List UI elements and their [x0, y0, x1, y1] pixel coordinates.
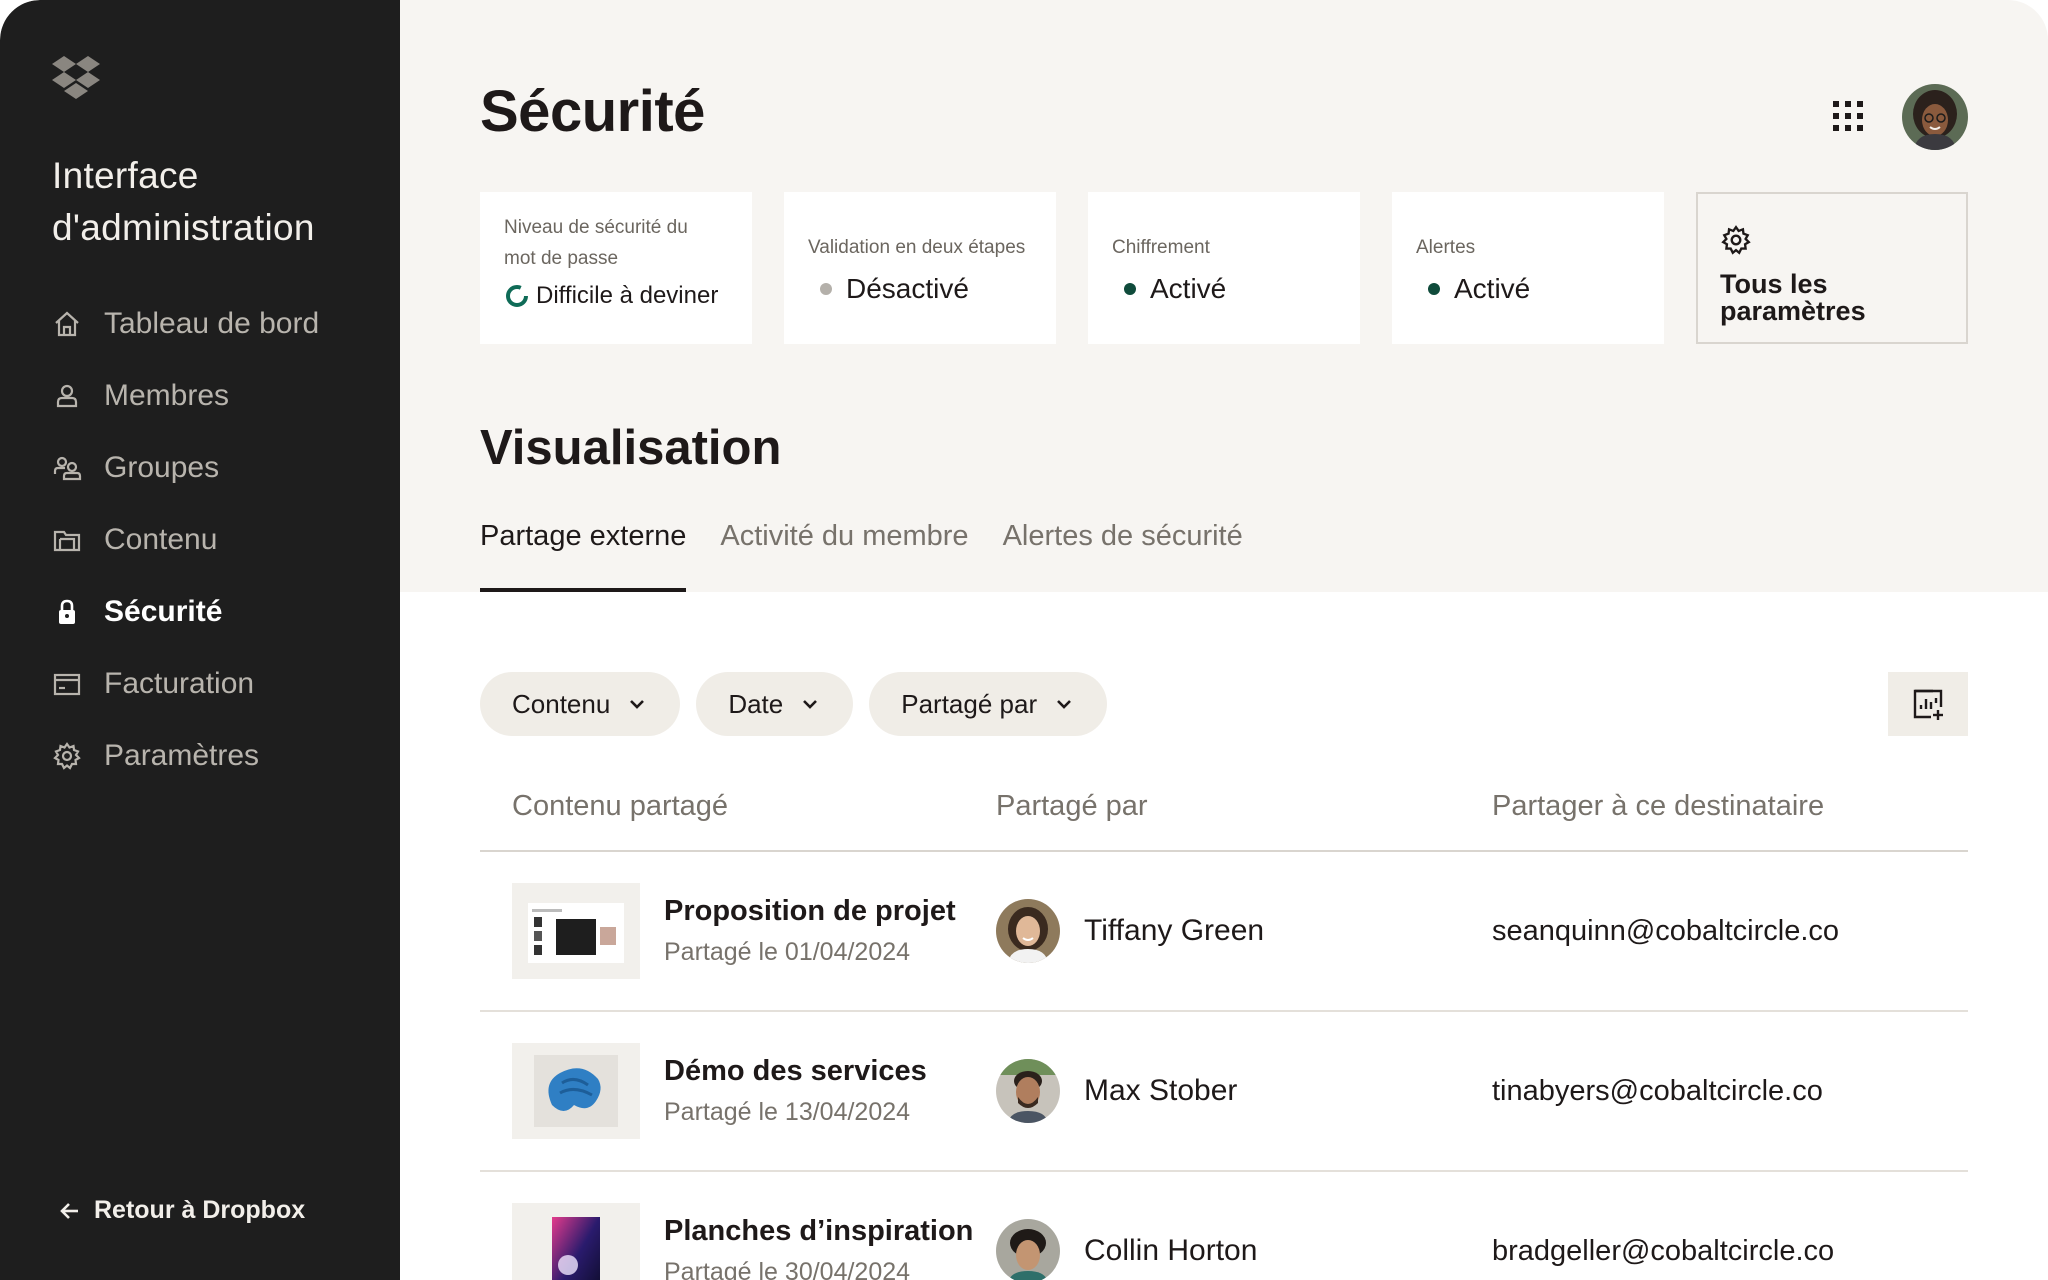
card-value: Désactivé: [846, 273, 969, 304]
encryption-card[interactable]: Chiffrement Activé: [1088, 192, 1360, 344]
content-panel: Contenu Date Partagé par Contenu partagé…: [400, 592, 2048, 1280]
card-label: Chiffrement: [1112, 237, 1210, 258]
table-row[interactable]: Proposition de projet Partagé le 01/04/2…: [480, 852, 1968, 1012]
filter-date-dropdown[interactable]: Date: [696, 672, 854, 736]
status-dot: [1428, 283, 1440, 295]
sidebar-item-label: Membres: [104, 379, 230, 412]
filter-label: Date: [728, 688, 784, 719]
card-label: Alertes: [1416, 237, 1476, 258]
person-icon: [52, 381, 82, 411]
tab-bar: Partage externe Activité du membre Alert…: [480, 520, 1277, 592]
card-icon: [52, 669, 82, 699]
user-avatar[interactable]: [1902, 84, 1968, 150]
back-link-label: Retour à Dropbox: [94, 1196, 306, 1224]
file-thumbnail: [512, 883, 640, 979]
filter-label: Partagé par: [901, 688, 1038, 719]
arrow-left-icon: [60, 1202, 78, 1219]
home-icon: [52, 309, 82, 339]
card-value: Activé: [1150, 273, 1227, 304]
sidebar-item-settings[interactable]: Paramètres: [52, 720, 372, 792]
tab-security-alerts[interactable]: Alertes de sécurité: [1003, 520, 1243, 592]
gear-icon: [52, 741, 82, 771]
sidebar-item-label: Sécurité: [104, 595, 223, 628]
file-name[interactable]: Planches d’inspiration: [664, 1215, 973, 1248]
card-label: Validation en deux étapes: [808, 237, 1026, 258]
dropbox-logo-icon[interactable]: [52, 56, 100, 100]
card-value: Activé: [1454, 273, 1531, 304]
app-window: Interface d'administration Tableau de bo…: [0, 0, 2048, 1280]
card-value: Difficile à deviner: [536, 282, 719, 309]
sidebar-item-label: Groupes: [104, 451, 220, 484]
tab-member-activity[interactable]: Activité du membre: [720, 520, 968, 592]
shared-date: Partagé le 30/04/2024: [664, 1258, 911, 1280]
column-header[interactable]: Partager à ce destinataire: [1472, 790, 1968, 823]
filter-shared-by-dropdown[interactable]: Partagé par: [869, 672, 1108, 736]
settings-label: Tous les paramètres: [1720, 269, 1866, 326]
sidebar-item-dashboard[interactable]: Tableau de bord: [52, 288, 372, 360]
two-step-card[interactable]: Validation en deux étapes Désactivé: [784, 192, 1056, 344]
file-thumbnail: [512, 1203, 640, 1280]
filter-bar: Contenu Date Partagé par: [480, 672, 1123, 736]
avatar: [996, 899, 1060, 963]
app-title: Interface d'administration: [52, 155, 315, 248]
table-row[interactable]: Démo des services Partagé le 13/04/2024: [480, 1012, 1968, 1172]
person-name: Tiffany Green: [1084, 914, 1265, 947]
filter-label: Contenu: [512, 688, 611, 719]
status-dot: [1124, 283, 1136, 295]
page-title: Sécurité: [480, 79, 705, 144]
table-row[interactable]: Planches d’inspiration Partagé le 30/04/…: [480, 1172, 1968, 1280]
avatar: [996, 1059, 1060, 1123]
app-grid-icon[interactable]: [1830, 98, 1866, 134]
sidebar-nav: Tableau de bord Membres Groupes Contenu: [52, 288, 372, 792]
sidebar: Interface d'administration Tableau de bo…: [0, 0, 400, 1280]
recipient-email: seanquinn@cobaltcircle.co: [1492, 914, 1840, 947]
sidebar-item-label: Paramètres: [104, 739, 260, 772]
filter-content-dropdown[interactable]: Contenu: [480, 672, 681, 736]
folder-icon: [52, 525, 82, 555]
tab-external-sharing[interactable]: Partage externe: [480, 520, 687, 592]
table-header: Contenu partagé Partagé par Partager à c…: [480, 790, 1968, 852]
sidebar-item-billing[interactable]: Facturation: [52, 648, 372, 720]
avatar: [996, 1219, 1060, 1280]
create-report-button[interactable]: [1888, 672, 1968, 736]
shared-content-table: Contenu partagé Partagé par Partager à c…: [480, 790, 1968, 1280]
gear-icon: [1721, 225, 1751, 255]
column-header[interactable]: Contenu partagé: [480, 790, 976, 823]
all-settings-button[interactable]: Tous les paramètres: [1696, 192, 1968, 344]
chevron-down-icon: [803, 700, 818, 709]
section-title: Visualisation: [480, 421, 782, 475]
lock-icon: [52, 597, 82, 627]
shared-date: Partagé le 01/04/2024: [664, 938, 911, 966]
sidebar-item-security[interactable]: Sécurité: [52, 576, 372, 648]
sidebar-item-content[interactable]: Contenu: [52, 504, 372, 576]
sidebar-item-groups[interactable]: Groupes: [52, 432, 372, 504]
file-name[interactable]: Démo des services: [664, 1055, 927, 1088]
group-icon: [52, 453, 82, 483]
file-name[interactable]: Proposition de projet: [664, 895, 956, 928]
strength-ring-icon: [506, 285, 528, 307]
status-dot: [820, 283, 832, 295]
recipient-email: tinabyers@cobaltcircle.co: [1492, 1074, 1823, 1107]
chart-add-icon: [1913, 689, 1943, 720]
shared-date: Partagé le 13/04/2024: [664, 1098, 911, 1126]
person-name: Max Stober: [1084, 1074, 1238, 1107]
sidebar-item-label: Contenu: [104, 523, 218, 556]
sidebar-item-members[interactable]: Membres: [52, 360, 372, 432]
chevron-down-icon: [1057, 700, 1072, 709]
recipient-email: bradgeller@cobaltcircle.co: [1492, 1234, 1835, 1267]
back-to-dropbox-link[interactable]: Retour à Dropbox: [58, 1196, 305, 1225]
column-header[interactable]: Partagé par: [976, 790, 1472, 823]
chevron-down-icon: [630, 700, 645, 709]
main-content: Sécurité Niveau de sécurité du mot de pa…: [400, 0, 2048, 1280]
status-cards: Niveau de sécurité du mot de passe Diffi…: [480, 192, 1968, 344]
sidebar-item-label: Tableau de bord: [104, 307, 320, 340]
card-label: Niveau de sécurité du mot de passe: [504, 217, 688, 269]
password-strength-card[interactable]: Niveau de sécurité du mot de passe Diffi…: [480, 192, 752, 344]
person-name: Collin Horton: [1084, 1234, 1258, 1267]
file-thumbnail: [512, 1043, 640, 1139]
alerts-card[interactable]: Alertes Activé: [1392, 192, 1664, 344]
sidebar-item-label: Facturation: [104, 667, 255, 700]
